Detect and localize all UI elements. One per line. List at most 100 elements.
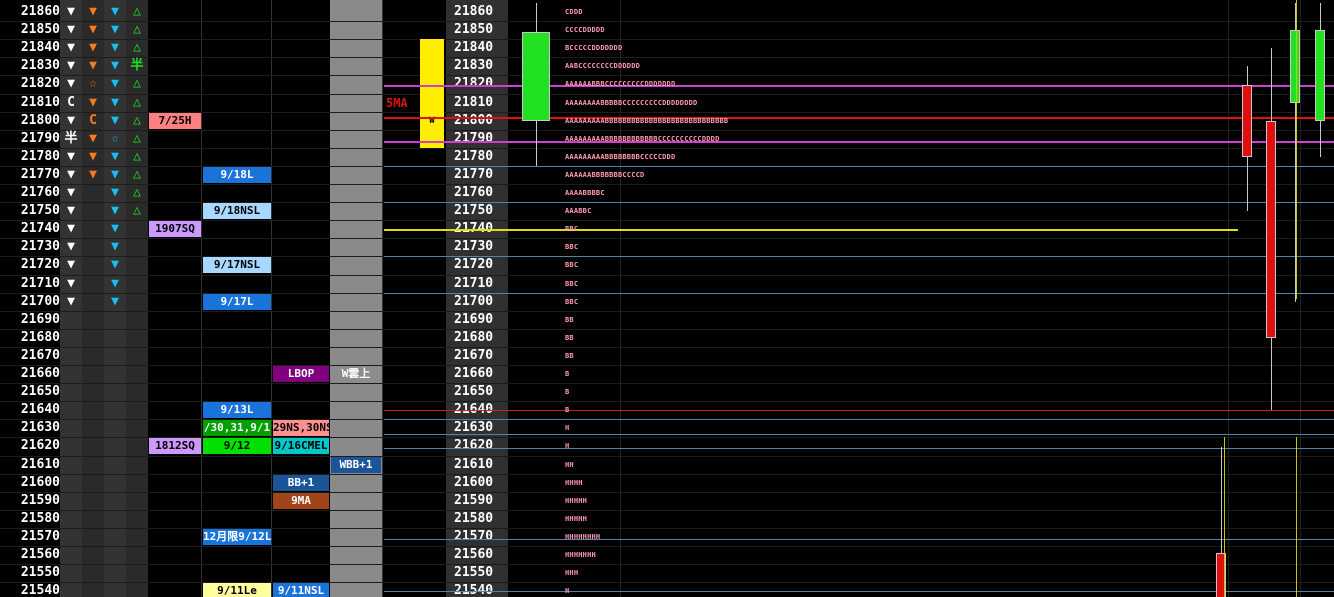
price-level-label[interactable]: 21850 [0, 21, 63, 39]
price-level-label[interactable]: 21650 [0, 383, 63, 401]
yellow-range-box [420, 39, 444, 148]
level-tag[interactable]: 9/18NSL [203, 203, 271, 220]
grid-line [0, 383, 1334, 385]
price-level-label-mid[interactable]: 21670 [446, 347, 516, 365]
price-level-label-mid[interactable]: 21860 [446, 3, 516, 21]
level-tag[interactable]: 29NS,30NSH [273, 420, 329, 437]
price-level-label[interactable]: 21600 [0, 474, 63, 492]
price-level-label[interactable]: 21620 [0, 437, 63, 455]
price-level-label[interactable]: 21580 [0, 510, 63, 528]
down-triangle-icon: ▼ [67, 166, 75, 182]
level-tag[interactable]: 9/18L [203, 166, 271, 183]
price-level-label-mid[interactable]: 21580 [446, 510, 516, 528]
price-level-label[interactable]: 21570 [0, 528, 63, 546]
price-level-label[interactable]: 21760 [0, 184, 63, 202]
blue-level-line [384, 202, 1334, 204]
price-level-label[interactable]: 21830 [0, 57, 63, 75]
price-level-label-mid[interactable]: 21560 [446, 546, 516, 564]
down-triangle-icon: ▼ [89, 166, 97, 182]
price-level-label-mid[interactable]: 21720 [446, 256, 516, 274]
price-level-label-mid[interactable]: 21770 [446, 166, 516, 184]
level-tag[interactable]: /30,31,9/1 [203, 420, 271, 437]
yellow-guide-line [1224, 437, 1225, 597]
down-triangle-icon: ▼ [67, 203, 75, 219]
down-triangle-icon: ▼ [67, 239, 75, 255]
price-level-label-mid[interactable]: 21610 [446, 456, 516, 474]
price-level-label-mid[interactable]: 21790 [446, 130, 516, 148]
price-level-label[interactable]: 21740 [0, 220, 63, 238]
price-level-label[interactable]: 21680 [0, 329, 63, 347]
price-level-label-mid[interactable]: 21660 [446, 365, 516, 383]
price-level-label-mid[interactable]: 21690 [446, 311, 516, 329]
price-level-label[interactable]: 21590 [0, 492, 63, 510]
level-tag[interactable]: 1907SQ [149, 221, 201, 238]
tpo-row: AAAAAAAABBBBBCCCCCCCCCDDDDDDDD [565, 98, 698, 107]
level-tag[interactable]: 9/17NSL [203, 257, 271, 274]
price-level-label[interactable]: 21860 [0, 3, 63, 21]
tpo-row: H [565, 424, 570, 433]
yellow-guide-line [1296, 437, 1297, 597]
price-level-label-mid[interactable]: 21850 [446, 21, 516, 39]
price-level-label-mid[interactable]: 21550 [446, 564, 516, 582]
price-level-label-mid[interactable]: 21750 [446, 202, 516, 220]
price-level-label[interactable]: 21610 [0, 456, 63, 474]
price-level-label-mid[interactable]: 21570 [446, 528, 516, 546]
down-triangle-icon: ▼ [67, 40, 75, 56]
price-level-label[interactable]: 21820 [0, 75, 63, 93]
price-level-label[interactable]: 21810 [0, 94, 63, 112]
price-level-label-mid[interactable]: 21800 [446, 112, 516, 130]
price-level-label-mid[interactable]: 21700 [446, 293, 516, 311]
level-tag[interactable]: 9/13L [203, 402, 271, 419]
price-level-label-mid[interactable]: 21730 [446, 238, 516, 256]
price-level-label[interactable]: 21780 [0, 148, 63, 166]
down-triangle-icon: ▼ [67, 275, 75, 291]
level-tag[interactable]: 9/16CMEL [273, 438, 329, 455]
up-triangle-icon: △ [133, 4, 141, 19]
price-level-label[interactable]: 21770 [0, 166, 63, 184]
level-tag[interactable]: 7/25H [149, 112, 201, 129]
tpo-row: AAAAAAAAABBBBBBBBBBBBBBBBBBBBBBBBBBBB [565, 116, 729, 125]
price-level-label[interactable]: 21690 [0, 311, 63, 329]
level-tag[interactable]: 12月限9/12L [203, 528, 271, 545]
price-level-label[interactable]: 21710 [0, 275, 63, 293]
level-tag[interactable]: BB+1 [273, 474, 329, 491]
price-level-label[interactable]: 21640 [0, 401, 63, 419]
price-level-label[interactable]: 21630 [0, 419, 63, 437]
level-tag[interactable]: LBOP [273, 366, 329, 382]
level-tag[interactable]: 1812SQ [149, 438, 201, 455]
price-level-label-mid[interactable]: 21620 [446, 437, 516, 455]
price-level-label[interactable]: 21540 [0, 582, 63, 597]
price-level-label[interactable]: 21790 [0, 130, 63, 148]
price-level-label-mid[interactable]: 21830 [446, 57, 516, 75]
price-level-label[interactable]: 21720 [0, 256, 63, 274]
price-level-label[interactable]: 21670 [0, 347, 63, 365]
level-tag[interactable]: 9/11NSL [273, 583, 329, 597]
price-level-label-mid[interactable]: 21600 [446, 474, 516, 492]
price-level-label[interactable]: 21560 [0, 546, 63, 564]
bear-candle [1242, 84, 1252, 157]
price-level-label[interactable]: 21660 [0, 365, 63, 383]
level-tag[interactable]: WBB+1 [331, 456, 381, 473]
price-level-label[interactable]: 21730 [0, 238, 63, 256]
level-tag[interactable]: 9/11Le [203, 583, 271, 597]
price-level-label-mid[interactable]: 21780 [446, 148, 516, 166]
level-tag[interactable]: W雲上 [331, 366, 381, 382]
price-level-label[interactable]: 21840 [0, 39, 63, 57]
price-level-label[interactable]: 21550 [0, 564, 63, 582]
level-tag[interactable]: 9/12 [203, 438, 271, 455]
price-level-label-mid[interactable]: 21650 [446, 383, 516, 401]
price-level-label[interactable]: 21700 [0, 293, 63, 311]
price-level-label-mid[interactable]: 21760 [446, 184, 516, 202]
level-tag[interactable]: 9MA [273, 492, 329, 509]
price-level-label[interactable]: 21800 [0, 112, 63, 130]
price-level-label-mid[interactable]: 21590 [446, 492, 516, 510]
down-triangle-icon: ▼ [89, 4, 97, 19]
price-level-label-mid[interactable]: 21710 [446, 275, 516, 293]
level-tag[interactable]: 9/17L [203, 293, 271, 310]
price-level-label-mid[interactable]: 21840 [446, 39, 516, 57]
price-level-label-mid[interactable]: 21810 [446, 94, 516, 112]
tpo-row: H [565, 587, 570, 596]
price-level-label-mid[interactable]: 21540 [446, 582, 516, 597]
price-level-label[interactable]: 21750 [0, 202, 63, 220]
price-level-label-mid[interactable]: 21680 [446, 329, 516, 347]
